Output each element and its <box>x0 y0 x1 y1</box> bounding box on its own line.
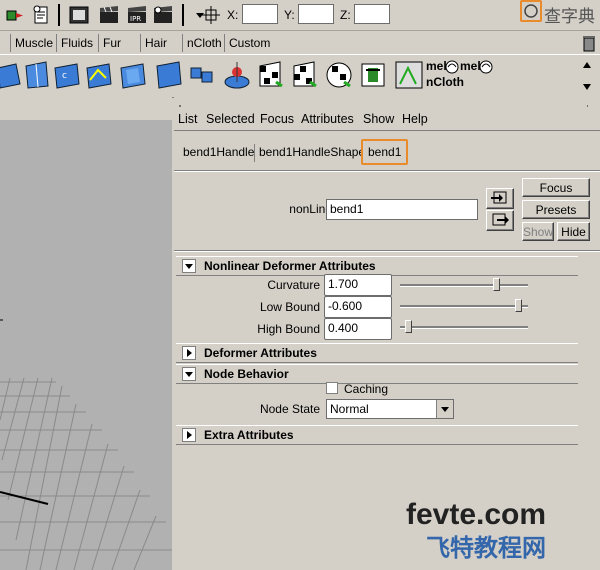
caching-label: Caching <box>344 382 389 396</box>
wrap-icon[interactable] <box>154 58 184 92</box>
z-label: Z: <box>340 8 351 22</box>
section-deformer-attributes[interactable]: Deformer Attributes <box>176 343 578 363</box>
render-view-icon[interactable] <box>68 4 90 26</box>
ncloth-icon[interactable] <box>444 59 460 78</box>
high-bound-slider-track[interactable] <box>400 326 528 329</box>
menu-list[interactable]: List <box>178 112 197 126</box>
y-field[interactable] <box>298 4 334 24</box>
input-output-icon[interactable] <box>4 4 26 26</box>
cluster-icon[interactable]: c <box>52 58 82 92</box>
section-deformer-title: Deformer Attributes <box>204 346 317 360</box>
next-node-icon[interactable] <box>486 210 514 231</box>
shelf-tab-custom[interactable]: Custom <box>224 34 274 52</box>
shelf-scroll-up-icon[interactable] <box>582 59 592 73</box>
render-icon[interactable] <box>98 4 120 26</box>
nonlinear-squash-icon[interactable] <box>358 58 388 92</box>
snap-icon[interactable] <box>200 4 222 26</box>
shelf-tab-fur[interactable]: Fur <box>98 34 125 52</box>
high-bound-field[interactable]: 0.400 <box>324 318 392 340</box>
jiggle-icon[interactable] <box>188 58 218 92</box>
deformer-icon[interactable] <box>0 58 24 92</box>
section-nonlinear-deformer[interactable]: Nonlinear Deformer Attributes <box>176 256 578 276</box>
node-state-value: Normal <box>330 402 369 416</box>
shelf-tab-muscle[interactable]: Muscle <box>10 34 57 52</box>
show-button[interactable]: Show <box>522 222 554 241</box>
render-settings-icon[interactable] <box>152 4 174 26</box>
high-bound-label: High Bound <box>257 322 320 336</box>
tab-bend1-handle[interactable]: bend1Handle <box>178 142 259 164</box>
chevron-down-icon[interactable] <box>182 259 196 273</box>
shelf-tab-ncloth[interactable]: nCloth <box>182 34 226 52</box>
highlighted-icon[interactable] <box>520 0 542 22</box>
curvature-slider-thumb[interactable] <box>493 278 501 291</box>
shelf-tab-hair[interactable]: Hair <box>140 34 171 52</box>
section-node-behavior-title: Node Behavior <box>204 367 289 381</box>
curvature-label: Curvature <box>267 278 320 292</box>
watermark-name: 飞特教程网 <box>426 535 546 562</box>
section-extra-title: Extra Attributes <box>204 428 294 442</box>
caching-checkbox[interactable] <box>326 382 338 394</box>
chevron-down-icon[interactable] <box>182 367 196 381</box>
svg-text:IPR: IPR <box>130 15 141 23</box>
menu-selected[interactable]: Selected <box>206 112 255 126</box>
z-field[interactable] <box>354 4 390 24</box>
menu-focus[interactable]: Focus <box>260 112 294 126</box>
section-nonlinear-title: Nonlinear Deformer Attributes <box>204 259 376 273</box>
nonlinear-sine-icon[interactable] <box>324 58 354 92</box>
y-label: Y: <box>284 8 295 22</box>
history-icon[interactable] <box>30 4 52 26</box>
watermark-site: fevte.com <box>406 498 547 531</box>
menu-attributes[interactable]: Attributes <box>301 112 354 126</box>
status-line: IPR X: Y: Z: 查字典 <box>0 0 600 31</box>
wrinkle-icon[interactable] <box>118 58 148 92</box>
nonlinear-flare-icon[interactable] <box>290 58 320 92</box>
nonlinear-twist-icon[interactable] <box>394 58 424 92</box>
hide-button[interactable]: Hide <box>557 222 590 241</box>
shelf-tab-fluids[interactable]: Fluids <box>56 34 97 52</box>
menu-show[interactable]: Show <box>363 112 394 126</box>
node-state-select[interactable]: Normal <box>326 399 454 419</box>
focus-button[interactable]: Focus <box>522 178 590 197</box>
svg-text:c: c <box>62 71 67 81</box>
trash-icon[interactable] <box>582 34 596 52</box>
load-node-icon[interactable] <box>486 188 514 209</box>
section-extra-attributes[interactable]: Extra Attributes <box>176 425 578 445</box>
attribute-editor: List Selected Focus Attributes Show Help… <box>174 96 600 570</box>
mel-swirl-icon[interactable] <box>478 59 494 78</box>
tab-bend1[interactable]: bend1 <box>361 139 409 165</box>
node-state-label: Node State <box>259 402 320 416</box>
chevron-right-icon[interactable] <box>182 428 196 442</box>
chevron-down-icon[interactable] <box>436 400 453 418</box>
panel-grip[interactable] <box>178 98 589 107</box>
viewport[interactable] <box>0 120 172 570</box>
x-field[interactable] <box>242 4 278 24</box>
low-bound-slider-track[interactable] <box>400 305 528 308</box>
corner-watermark: 查字典 <box>544 7 595 26</box>
node-name-field[interactable]: bend1 <box>326 199 478 220</box>
low-bound-field[interactable]: -0.600 <box>324 296 392 318</box>
curvature-slider-track[interactable] <box>400 284 528 287</box>
section-node-behavior[interactable]: Node Behavior <box>176 364 578 384</box>
shelf-scroll-down-icon[interactable] <box>582 81 592 95</box>
tab-bend1-handle-shape[interactable]: bend1HandleShape <box>254 142 370 164</box>
soft-mod-icon[interactable] <box>222 58 252 92</box>
ipr-render-icon[interactable]: IPR <box>126 4 148 26</box>
chevron-right-icon[interactable] <box>182 346 196 360</box>
lattice-icon[interactable] <box>22 58 52 92</box>
presets-button[interactable]: Presets <box>522 200 590 219</box>
curvature-field[interactable]: 1.700 <box>324 274 392 296</box>
low-bound-label: Low Bound <box>259 300 320 314</box>
low-bound-slider-thumb[interactable] <box>514 299 522 312</box>
high-bound-slider-thumb[interactable] <box>404 320 412 333</box>
menu-help[interactable]: Help <box>402 112 428 126</box>
wire-icon[interactable] <box>84 58 114 92</box>
x-label: X: <box>227 8 239 22</box>
viewport-header <box>0 96 172 120</box>
shelf-tabs: Muscle Fluids Fur Hair nCloth Custom <box>0 32 600 54</box>
nonlinear-bend-icon[interactable] <box>256 58 286 92</box>
shelf: c mel nCloth mel <box>0 54 600 98</box>
